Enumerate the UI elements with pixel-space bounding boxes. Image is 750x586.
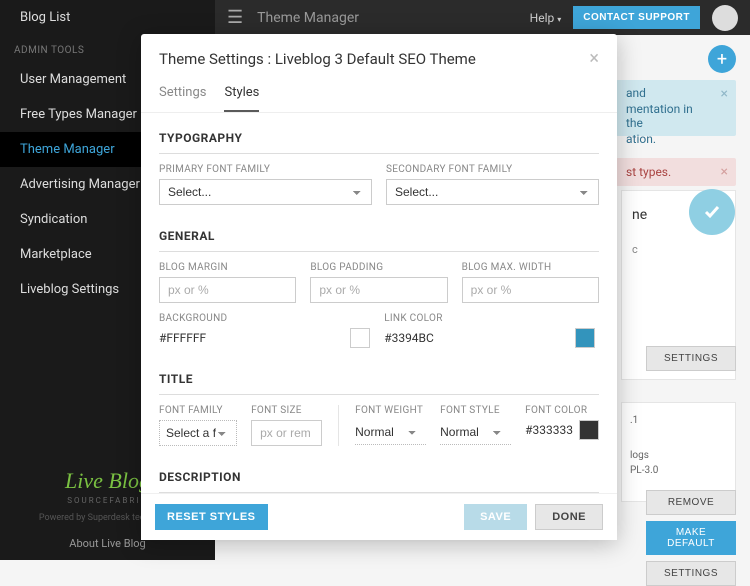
background-value: #FFFFFF [159, 331, 344, 345]
modal-body: TYPOGRAPHY PRIMARY FONT FAMILY Select...… [141, 113, 617, 493]
background-swatch[interactable] [350, 328, 370, 348]
section-title: TITLE [159, 358, 599, 395]
topbar: ☰ Theme Manager Help ▾ CONTACT SUPPORT [215, 0, 750, 35]
title-font-color-swatch[interactable] [579, 420, 599, 440]
blog-max-width-input[interactable] [462, 277, 599, 303]
close-icon[interactable]: × [721, 86, 728, 102]
label-primary-font: PRIMARY FONT FAMILY [159, 164, 372, 175]
title-font-family-select[interactable]: Select a font [159, 420, 237, 446]
theme-settings-modal: Theme Settings : Liveblog 3 Default SEO … [141, 34, 617, 540]
tab-settings[interactable]: Settings [159, 79, 206, 112]
danger-alert: st types. × [616, 158, 736, 186]
link-color-swatch[interactable] [575, 328, 595, 348]
label-blog-max-width: BLOG MAX. WIDTH [462, 262, 599, 273]
title-font-weight-select[interactable]: Normal [355, 420, 426, 445]
chevron-down-icon: ▾ [557, 15, 561, 24]
label-title-font-size: FONT SIZE [251, 405, 322, 416]
sidebar-item-blog-list[interactable]: Blog List [0, 0, 215, 35]
add-button[interactable]: + [708, 45, 736, 73]
modal-header: Theme Settings : Liveblog 3 Default SEO … [141, 34, 617, 79]
page-title: Theme Manager [257, 10, 359, 26]
settings-button-2[interactable]: SETTINGS [646, 561, 736, 586]
theme-blogs: logs [630, 450, 727, 461]
title-font-color-value: #333333 [525, 423, 573, 437]
label-blog-padding: BLOG PADDING [310, 262, 447, 273]
secondary-font-select[interactable]: Select... [386, 179, 599, 205]
reset-styles-button[interactable]: RESET STYLES [155, 504, 268, 530]
close-icon[interactable]: × [589, 48, 599, 69]
label-link-color: LINK COLOR [384, 313, 595, 324]
help-dropdown[interactable]: Help ▾ [530, 11, 562, 25]
make-default-button[interactable]: MAKE DEFAULT [646, 521, 736, 555]
default-badge [689, 189, 737, 237]
avatar[interactable] [712, 5, 738, 31]
hamburger-icon[interactable]: ☰ [227, 7, 243, 28]
section-description: DESCRIPTION [159, 456, 599, 493]
section-general: GENERAL [159, 215, 599, 252]
blog-margin-input[interactable] [159, 277, 296, 303]
theme-version: .1 [630, 415, 727, 426]
done-button[interactable]: DONE [535, 504, 603, 530]
label-background: BACKGROUND [159, 313, 370, 324]
tab-styles[interactable]: Styles [224, 79, 259, 112]
label-title-font-weight: FONT WEIGHT [355, 405, 426, 416]
link-color-value: #3394BC [384, 331, 569, 345]
modal-title: Theme Settings : Liveblog 3 Default SEO … [159, 50, 476, 68]
close-icon[interactable]: × [721, 164, 728, 180]
label-blog-margin: BLOG MARGIN [159, 262, 296, 273]
label-title-font-color: FONT COLOR [525, 405, 599, 416]
info-alert: andmentation in theation. × [616, 80, 736, 136]
theme-card-sub: c [632, 243, 725, 256]
save-button[interactable]: SAVE [464, 504, 527, 530]
blog-padding-input[interactable] [310, 277, 447, 303]
title-font-style-select[interactable]: Normal [440, 420, 511, 445]
remove-button[interactable]: REMOVE [646, 490, 736, 515]
title-font-size-input[interactable] [251, 420, 322, 446]
section-typography: TYPOGRAPHY [159, 117, 599, 154]
theme-license: PL-3.0 [630, 465, 727, 476]
primary-font-select[interactable]: Select... [159, 179, 372, 205]
settings-button[interactable]: SETTINGS [646, 346, 736, 371]
contact-support-button[interactable]: CONTACT SUPPORT [573, 6, 700, 29]
modal-footer: RESET STYLES SAVE DONE [141, 493, 617, 540]
label-title-font-family: FONT FAMILY [159, 405, 237, 416]
plus-icon: + [717, 49, 727, 70]
theme-card-2: .1 logs PL-3.0 [621, 402, 736, 502]
label-title-font-style: FONT STYLE [440, 405, 511, 416]
modal-tabs: Settings Styles [141, 79, 617, 113]
label-secondary-font: SECONDARY FONT FAMILY [386, 164, 599, 175]
